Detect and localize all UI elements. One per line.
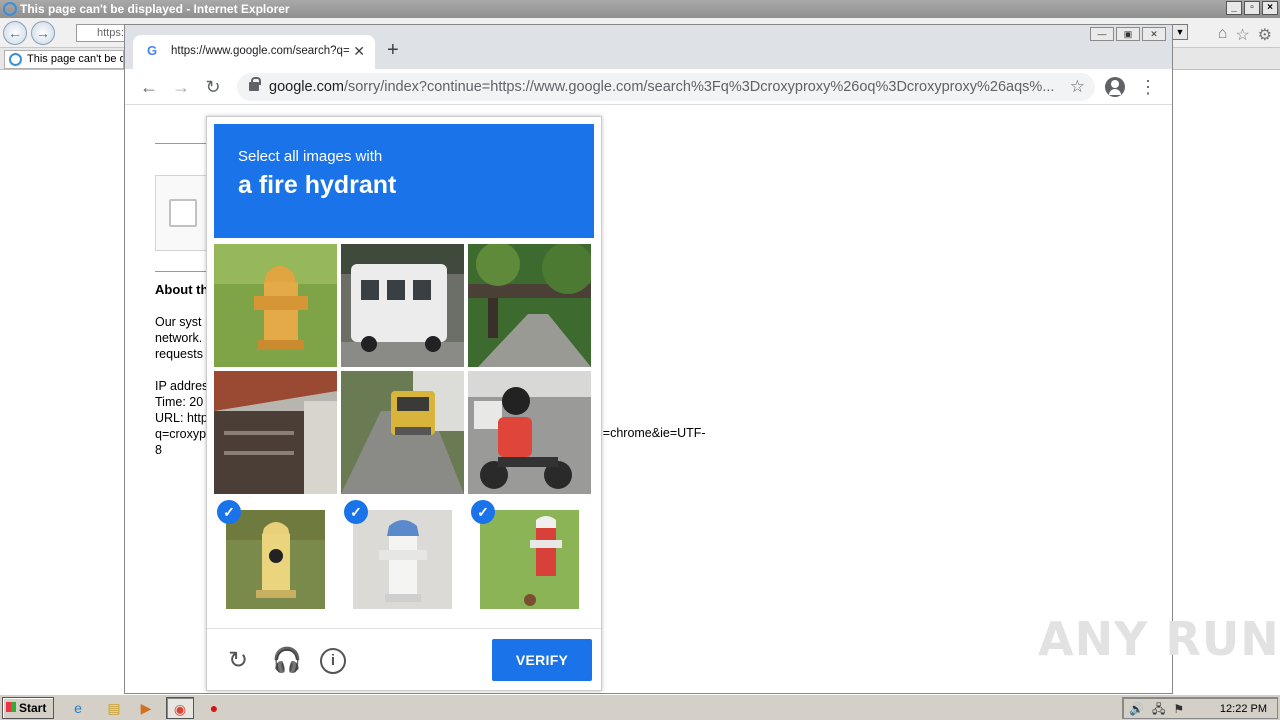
chrome-tab-strip: G https://www.google.com/search?q= ✕ + —… xyxy=(125,25,1172,69)
tree-road-image xyxy=(468,244,591,367)
chrome-toolbar: ← → ↻ google.com/sorry/index?continue=ht… xyxy=(125,69,1172,105)
volume-icon[interactable]: 🔊 xyxy=(1129,698,1144,720)
challenge-header: Select all images with a fire hydrant xyxy=(214,124,594,238)
checkmark-icon: ✓ xyxy=(344,500,368,524)
divider xyxy=(155,143,207,144)
ie-window-title: This page can't be displayed - Internet … xyxy=(20,2,290,16)
google-favicon-icon: G xyxy=(147,43,158,58)
taskbar: Start e ▤ ▶ ◉ ● 🔊 🖧 ⚑ 12:22 PM xyxy=(0,694,1280,720)
favorites-star-icon[interactable]: ☆ xyxy=(1235,25,1249,45)
hydrant-red-white-image xyxy=(480,510,579,609)
explorer-taskbar-icon[interactable]: ▤ xyxy=(100,697,128,719)
ie-minimize-button[interactable]: _ xyxy=(1226,1,1242,15)
kebab-menu-icon[interactable]: ⋮ xyxy=(1139,75,1157,99)
chrome-tab[interactable]: G https://www.google.com/search?q= ✕ xyxy=(133,35,375,69)
ie-close-button[interactable]: × xyxy=(1262,1,1278,15)
ie-page-area xyxy=(0,70,124,694)
recaptcha-anchor-card xyxy=(155,175,211,251)
image-tile[interactable] xyxy=(341,371,464,494)
reload-icon[interactable]: ↻ xyxy=(201,75,225,99)
hydrant-yellow-image xyxy=(214,244,337,367)
anyrun-watermark: ANY RUN xyxy=(1038,612,1280,666)
challenge-footer: ↻ 🎧 i VERIFY xyxy=(207,628,601,692)
image-tile[interactable] xyxy=(341,244,464,367)
para1-line: Our syst xyxy=(155,315,202,329)
info-icon[interactable]: i xyxy=(320,648,346,674)
para2-line: Time: 20 xyxy=(155,395,204,409)
ie-tab-label: This page can't be d xyxy=(27,53,124,65)
para1-line: requests xyxy=(155,347,203,361)
challenge-target: a fire hydrant xyxy=(238,171,397,199)
clock: 12:22 PM xyxy=(1219,703,1267,715)
ie-back-icon[interactable]: ← xyxy=(3,21,27,45)
para2-line: URL: http xyxy=(155,411,208,425)
image-tile-selected[interactable]: ✓ xyxy=(468,498,591,621)
image-tile[interactable] xyxy=(468,244,591,367)
motorcycle-image xyxy=(468,371,591,494)
system-tray: 🔊 🖧 ⚑ 12:22 PM xyxy=(1122,697,1278,719)
para1-line: network. xyxy=(155,331,203,345)
ie-logo-icon xyxy=(3,2,17,16)
address-bar[interactable]: google.com/sorry/index?continue=https://… xyxy=(237,73,1095,101)
profile-avatar-icon[interactable] xyxy=(1105,77,1125,97)
image-tile[interactable] xyxy=(214,371,337,494)
ie-dropdown-button[interactable]: ▼ xyxy=(1172,24,1188,40)
ie-restore-button[interactable]: ▫ xyxy=(1244,1,1260,15)
flag-icon[interactable]: ⚑ xyxy=(1173,698,1184,720)
audio-challenge-icon[interactable]: 🎧 xyxy=(272,647,302,675)
chrome-restore-button[interactable]: ▣ xyxy=(1116,27,1140,41)
yellow-truck-image xyxy=(341,371,464,494)
about-heading: About th xyxy=(155,282,209,297)
ie-tab-icon xyxy=(9,53,22,66)
image-grid: ✓ ✓ ✓ xyxy=(214,244,594,621)
para2-line: IP addres xyxy=(155,379,209,393)
chrome-close-button[interactable]: ✕ xyxy=(1142,27,1166,41)
media-player-taskbar-icon[interactable]: ▶ xyxy=(132,697,160,719)
bus-image xyxy=(341,244,464,367)
lock-icon xyxy=(249,77,261,91)
url-tail-text: l=chrome&ie=UTF- xyxy=(600,426,706,440)
reload-challenge-icon[interactable]: ↻ xyxy=(224,647,252,675)
verify-button[interactable]: VERIFY xyxy=(492,639,592,681)
hydrant-yellow-black-image xyxy=(226,510,325,609)
checkmark-icon: ✓ xyxy=(217,500,241,524)
ie-tab[interactable]: This page can't be d xyxy=(4,50,124,69)
forward-arrow-icon[interactable]: → xyxy=(169,75,193,99)
chrome-tab-title: https://www.google.com/search?q= xyxy=(171,45,350,57)
tab-close-icon[interactable]: ✕ xyxy=(353,35,365,67)
para2-line: 8 xyxy=(155,443,162,457)
image-tile[interactable] xyxy=(468,371,591,494)
home-icon[interactable]: ⌂ xyxy=(1218,25,1228,45)
divider xyxy=(155,271,207,272)
challenge-instruction: Select all images with xyxy=(238,148,383,165)
start-button[interactable]: Start xyxy=(2,697,54,719)
chrome-taskbar-icon[interactable]: ◉ xyxy=(166,697,194,719)
network-icon[interactable]: 🖧 xyxy=(1152,698,1165,720)
image-tile-selected[interactable]: ✓ xyxy=(341,498,464,621)
recaptcha-challenge: Select all images with a fire hydrant ✓ … xyxy=(206,116,602,691)
back-arrow-icon[interactable]: ← xyxy=(137,75,161,99)
gear-icon[interactable]: ⚙ xyxy=(1258,25,1272,45)
url-path: /sorry/index?continue=https://www.google… xyxy=(343,79,1055,95)
ie-title-bar: This page can't be displayed - Internet … xyxy=(0,0,1280,18)
para2-line: q=croxyp xyxy=(155,427,207,441)
ie-taskbar-icon[interactable]: e xyxy=(64,697,92,719)
image-tile-selected[interactable]: ✓ xyxy=(214,498,337,621)
bookmark-star-icon[interactable]: ☆ xyxy=(1070,73,1085,101)
image-tile[interactable] xyxy=(214,244,337,367)
checkmark-icon: ✓ xyxy=(471,500,495,524)
chrome-minimize-button[interactable]: — xyxy=(1090,27,1114,41)
new-tab-button[interactable]: + xyxy=(387,39,399,61)
security-taskbar-icon[interactable]: ● xyxy=(200,697,228,719)
url-host: google.com xyxy=(269,79,344,95)
roof-gate-image xyxy=(214,371,337,494)
recaptcha-checkbox[interactable] xyxy=(169,199,197,227)
ie-forward-icon[interactable]: → xyxy=(31,21,55,45)
hydrant-white-blue-image xyxy=(353,510,452,609)
